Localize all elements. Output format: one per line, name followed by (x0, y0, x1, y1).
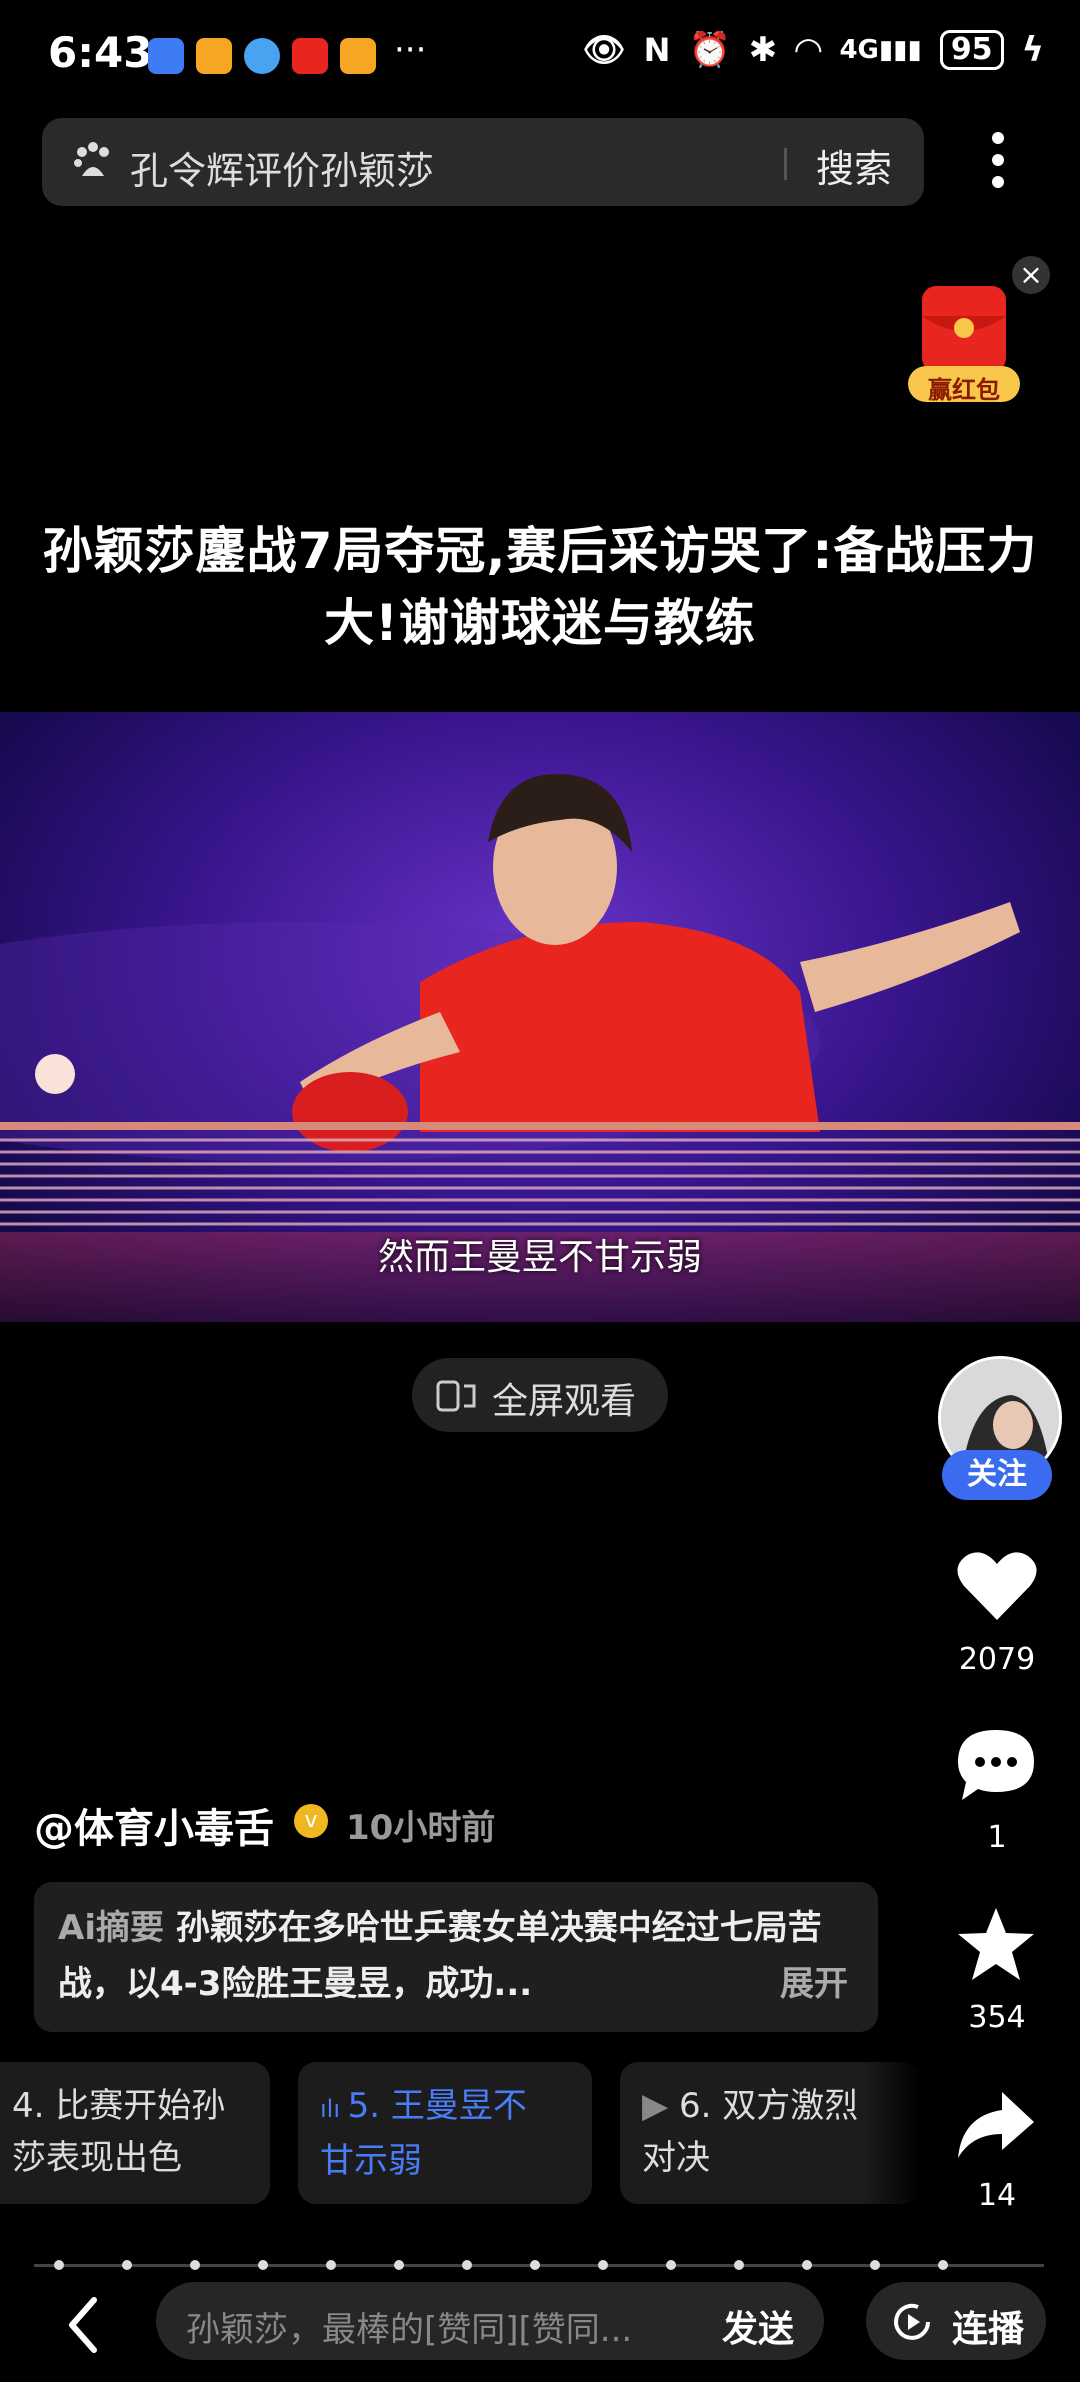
more-options-icon[interactable] (990, 130, 1006, 190)
expand-button[interactable]: 展开 (780, 1956, 848, 2005)
verified-badge-icon: v (294, 1804, 328, 1838)
bluetooth-icon: ✱ (748, 30, 778, 70)
video-headline: 孙颖莎鏖战7局夺冠,赛后采访哭了:备战压力大!谢谢球迷与教练 (42, 522, 1038, 652)
shield-app-icon (148, 38, 184, 74)
wifi-icon: ◠ (795, 30, 822, 70)
chapter-fade (862, 2062, 922, 2204)
progress-tick (394, 2260, 404, 2270)
weibo-app-icon (196, 38, 232, 74)
progress-tick (462, 2260, 472, 2270)
chapter-line: ılı 5. 王曼昱不 (320, 2080, 527, 2135)
search-divider (784, 148, 787, 180)
chapter-label: ▶ 6. 双方激烈 对决 (642, 2080, 862, 2184)
fullscreen-rotate-icon (436, 1380, 476, 1412)
share-count: 14 (977, 2178, 1017, 2213)
progress-tick (938, 2260, 948, 2270)
search-input[interactable]: 孔令辉评价孙颖莎 (130, 140, 434, 195)
progress-tick (122, 2260, 132, 2270)
progress-tick (666, 2260, 676, 2270)
news-app-icon (292, 38, 328, 74)
chapter-label: 4. 比赛开始孙 莎表现出色 (12, 2080, 225, 2184)
like-heart-icon[interactable] (956, 1548, 1038, 1622)
progress-tick (734, 2260, 744, 2270)
ai-summary-text: Ai摘要 孙颖莎在多哈世乒赛女单决赛中经过七局苦战，以4-3险胜王曼昱，成功..… (58, 1900, 848, 2012)
author-name[interactable]: @体育小毒舌 (34, 1796, 274, 1854)
nfc-icon: N (643, 31, 671, 69)
progress-tick (530, 2260, 540, 2270)
eye-icon: 👁 (582, 30, 626, 70)
status-time: 6:43 (48, 28, 153, 77)
back-arrow-icon[interactable] (58, 2290, 108, 2360)
send-button[interactable]: 发送 (722, 2300, 794, 2352)
chapter-line: ▶ 6. 双方激烈 (642, 2080, 862, 2132)
continuous-play-label: 连播 (952, 2309, 1025, 2350)
comment-placeholder: 孙颖莎，最棒的[赞同][赞同... (186, 2310, 633, 2350)
baidu-paw-icon (74, 142, 109, 176)
browser-app-icon (244, 38, 280, 74)
comment-bubble-icon[interactable] (954, 1726, 1038, 1804)
progress-tick (598, 2260, 608, 2270)
video-subtitle: 然而王曼昱不甘示弱 (377, 1237, 702, 1278)
chapter-line: 甘示弱 (320, 2141, 422, 2181)
red-packet-label: 赢红包 (928, 376, 1000, 404)
ai-summary-body: 孙颖莎在多哈世乒赛女单决赛中经过七局苦战，以4-3险胜王曼昱，成功... (58, 1908, 822, 2004)
fullscreen-label: 全屏观看 (492, 1381, 637, 1422)
charging-icon: ϟ (1021, 30, 1044, 70)
progress-tick (258, 2260, 268, 2270)
continuous-play-icon (894, 2303, 930, 2340)
post-time: 10小时前 (346, 1808, 496, 1848)
network-type: 4G (839, 35, 879, 65)
battery-level: 95 (939, 30, 1004, 70)
status-right-icons: 👁 N ⏰ ✱ ◠ 4G▮▮▮ 95 ϟ (582, 30, 1044, 70)
favorite-star-icon[interactable] (956, 1906, 1036, 1982)
status-bar: 6:43 ··· 👁 N ⏰ ✱ ◠ 4G▮▮▮ 95 ϟ (0, 0, 1080, 110)
progress-tick (802, 2260, 812, 2270)
chapter-line-text: 6. 双方激烈 (678, 2086, 859, 2126)
chapter-line: 对决 (642, 2138, 710, 2178)
progress-tick (326, 2260, 336, 2270)
signal-icon: 4G▮▮▮ (839, 35, 922, 65)
progress-tick (54, 2260, 64, 2270)
chapter-line: 4. 比赛开始孙 (12, 2086, 226, 2126)
share-arrow-icon[interactable] (954, 2090, 1036, 2160)
weibo-app-icon-2 (340, 38, 376, 74)
search-button[interactable]: 搜索 (816, 138, 892, 193)
audio-wave-icon: ılı (320, 2095, 348, 2123)
progress-tick (190, 2260, 200, 2270)
like-count: 2079 (958, 1642, 1036, 1677)
alarm-icon: ⏰ (688, 30, 731, 70)
chapter-label-active: ılı 5. 王曼昱不 甘示弱 (320, 2080, 527, 2187)
chapter-line-text: 5. 王曼昱不 (347, 2086, 527, 2126)
comment-count: 1 (987, 1820, 1007, 1855)
ai-summary-tag: Ai摘要 (58, 1908, 164, 1948)
chapter-line: 莎表现出色 (12, 2138, 182, 2178)
more-notifications-icon: ··· (394, 30, 427, 70)
progress-tick (870, 2260, 880, 2270)
play-icon: ▶ (642, 2086, 679, 2126)
favorite-count: 354 (968, 2000, 1026, 2035)
follow-button[interactable]: 关注 (942, 1450, 1052, 1500)
